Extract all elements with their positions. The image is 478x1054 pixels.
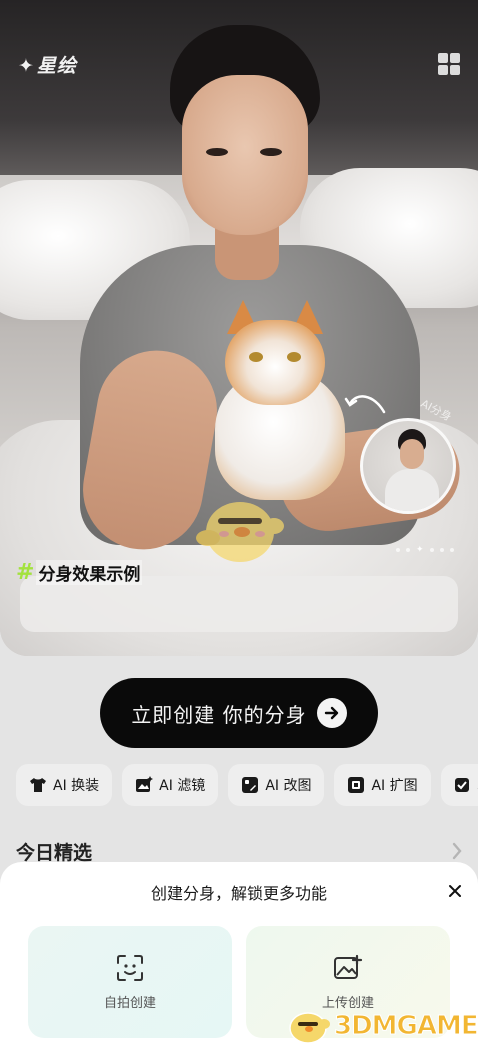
shirt-icon (29, 776, 47, 794)
face-scan-icon (117, 954, 143, 981)
selfie-create-option[interactable]: 自拍创建 (28, 926, 232, 1038)
sparkle-icon: ✦ (18, 55, 35, 77)
chick-mascot-icon (196, 502, 284, 562)
sheet-title: 创建分身，解锁更多功能 (150, 884, 327, 903)
filter-icon (135, 776, 154, 794)
image-add-icon (334, 954, 363, 979)
avatar-thumbnail[interactable] (360, 418, 456, 514)
brand-name: 星绘 (36, 55, 77, 77)
ai-tools-row: AI 换装 AI 滤镜 AI 改图 AI 扩图 A (16, 764, 478, 806)
hero-cat-photo (205, 300, 355, 500)
watermark-text: 3DMGAME (334, 1011, 478, 1042)
watermark: 3DMGAME (284, 1006, 478, 1046)
tool-label: AI 扩图 (371, 778, 418, 794)
example-tag: # 分身效果示例 (16, 559, 143, 585)
section-title: 今日精选 (16, 842, 93, 864)
curved-arrow-icon (344, 395, 386, 414)
tool-label: AI 换装 (53, 778, 100, 794)
tool-label: AI 滤镜 (159, 778, 206, 794)
example-tag-label: 分身效果示例 (36, 560, 143, 585)
chevron-right-icon[interactable] (450, 840, 464, 862)
tool-label: AI 改图 (265, 778, 312, 794)
hero-banner[interactable]: ✦ 星绘 AI分身 ✦ # 分身效果示例 (0, 0, 478, 656)
brand-logo: ✦ 星绘 (18, 51, 77, 78)
close-icon[interactable] (444, 880, 466, 902)
magic-icon (454, 776, 472, 794)
tool-ai-edit[interactable]: AI 改图 (228, 764, 325, 806)
chick-logo-icon (289, 1012, 330, 1044)
tool-ai-outfit[interactable]: AI 换装 (16, 764, 113, 806)
selfie-create-label: 自拍创建 (103, 995, 156, 1011)
tool-ai-filter[interactable]: AI 滤镜 (122, 764, 219, 806)
tool-ai-more[interactable]: A (440, 764, 478, 806)
grid-menu-icon[interactable] (438, 53, 460, 75)
arrow-right-icon (316, 698, 347, 728)
carousel-indicator: ✦ (396, 545, 454, 555)
hashtag-icon: # (16, 559, 35, 585)
expand-image-icon (347, 776, 365, 794)
edit-image-icon (241, 776, 259, 794)
create-avatar-button[interactable]: 立即创建 你的分身 (100, 678, 378, 748)
create-avatar-label: 立即创建 你的分身 (131, 702, 307, 727)
tool-ai-expand[interactable]: AI 扩图 (334, 764, 431, 806)
